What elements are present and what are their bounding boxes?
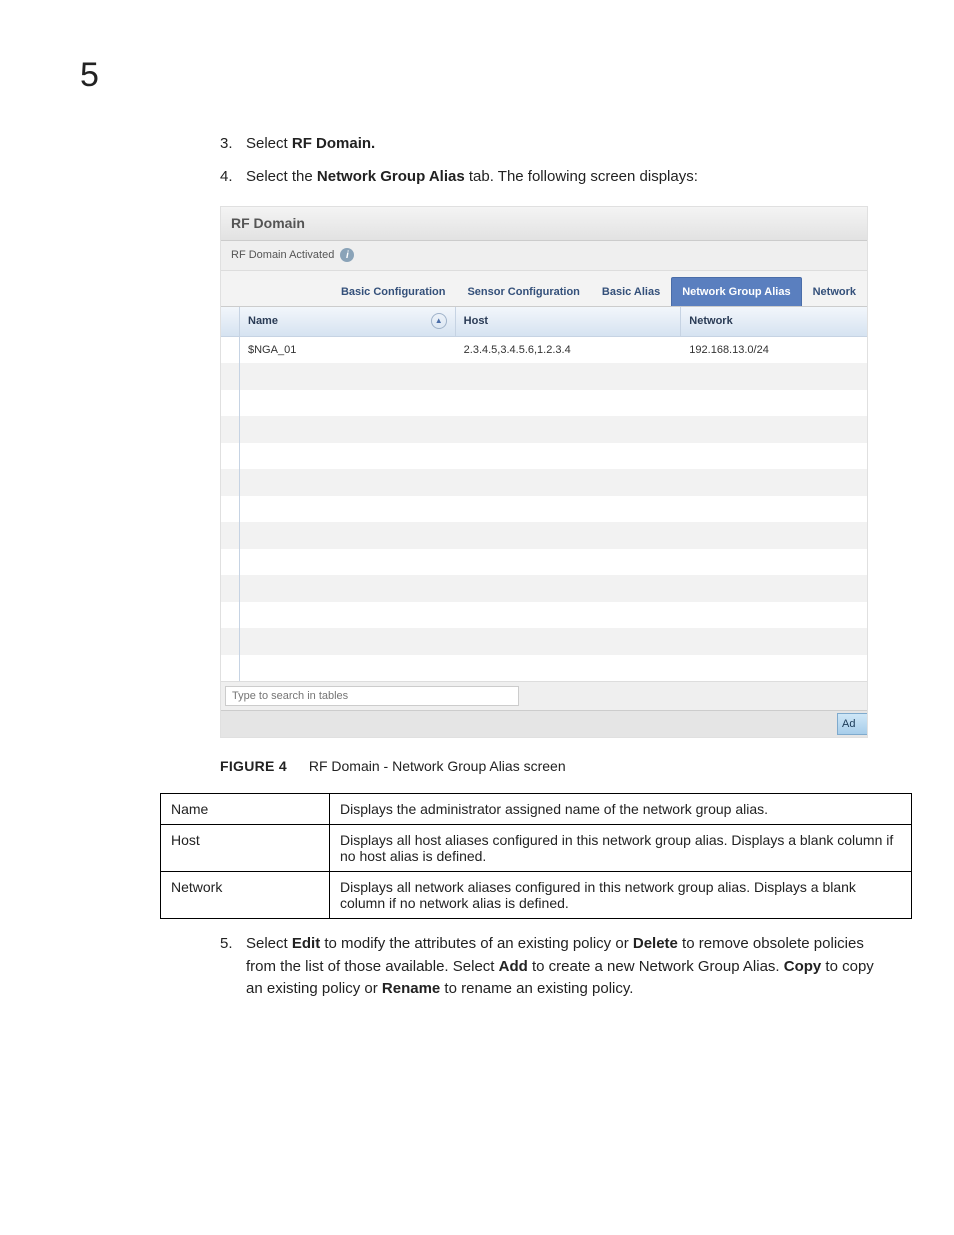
step-text: Select the Network Group Alias tab. The … <box>246 166 894 189</box>
desc-key: Network <box>161 872 330 919</box>
bold-text: Add <box>499 958 528 975</box>
step-number: 5. <box>220 933 246 1001</box>
figure-caption: FIGURE 4 RF Domain - Network Group Alias… <box>220 756 894 777</box>
step-text: Select RF Domain. <box>246 133 894 156</box>
table-row <box>221 602 867 629</box>
bold-text: Copy <box>784 958 822 975</box>
desc-value: Displays all network aliases configured … <box>330 872 912 919</box>
bold-text: Delete <box>633 935 678 952</box>
body-content-continued: 5. Select Edit to modify the attributes … <box>220 933 894 1001</box>
text: tab. The following screen displays: <box>465 168 698 185</box>
col-label: Network <box>689 313 732 330</box>
table-row[interactable]: $NGA_01 2.3.4.5,3.4.5.6,1.2.3.4 192.168.… <box>221 337 867 364</box>
desc-row-name: Name Displays the administrator assigned… <box>161 794 912 825</box>
desc-value: Displays all host aliases configured in … <box>330 825 912 872</box>
tab-sensor-configuration[interactable]: Sensor Configuration <box>456 277 590 307</box>
text: to modify the attributes of an existing … <box>320 935 633 952</box>
grid-footer: Ad <box>221 710 867 737</box>
table-row <box>221 522 867 549</box>
col-header-name[interactable]: Name ▲ <box>240 307 456 336</box>
desc-key: Host <box>161 825 330 872</box>
text: to rename an existing policy. <box>440 980 633 997</box>
step-number: 3. <box>220 133 246 156</box>
tab-basic-configuration[interactable]: Basic Configuration <box>330 277 457 307</box>
col-label: Host <box>464 313 488 330</box>
text: Select the <box>246 168 317 185</box>
data-grid: Name ▲ Host Network $NGA_01 2.3.4.5,3.4.… <box>221 307 867 681</box>
table-row <box>221 443 867 470</box>
grid-search <box>221 681 867 710</box>
figure-title: RF Domain - Network Group Alias screen <box>309 758 566 774</box>
step-3: 3. Select RF Domain. <box>220 133 894 156</box>
table-row <box>221 496 867 523</box>
row-selector-header <box>221 307 240 336</box>
bold-text: Network Group Alias <box>317 168 465 185</box>
grid-header: Name ▲ Host Network <box>221 307 867 337</box>
tab-network-group-alias[interactable]: Network Group Alias <box>671 277 801 307</box>
step-text: Select Edit to modify the attributes of … <box>246 933 894 1001</box>
bold-text: Edit <box>292 935 320 952</box>
tab-network[interactable]: Network <box>802 277 867 307</box>
desc-key: Name <box>161 794 330 825</box>
row-selector[interactable] <box>221 337 240 364</box>
table-row <box>221 549 867 576</box>
cell-network: 192.168.13.0/24 <box>681 337 867 364</box>
col-label: Name <box>248 313 278 330</box>
body-content: 3. Select RF Domain. 4. Select the Netwo… <box>220 133 894 777</box>
search-input[interactable] <box>225 686 519 706</box>
text: to create a new Network Group Alias. <box>528 958 784 975</box>
desc-row-network: Network Displays all network aliases con… <box>161 872 912 919</box>
col-header-network[interactable]: Network <box>681 307 867 336</box>
panel-subtitle: RF Domain Activated i <box>221 241 867 270</box>
cell-name: $NGA_01 <box>240 337 456 364</box>
panel-title: RF Domain <box>221 207 867 241</box>
table-row <box>221 390 867 417</box>
tab-basic-alias[interactable]: Basic Alias <box>591 277 671 307</box>
info-icon[interactable]: i <box>340 248 354 262</box>
description-table: Name Displays the administrator assigned… <box>160 793 912 919</box>
page-number: 5 <box>80 56 99 95</box>
desc-value: Displays the administrator assigned name… <box>330 794 912 825</box>
figure-label: FIGURE 4 <box>220 758 287 774</box>
text: Select <box>246 135 292 152</box>
cell-host: 2.3.4.5,3.4.5.6,1.2.3.4 <box>456 337 682 364</box>
table-row <box>221 655 867 682</box>
tab-bar: Basic Configuration Sensor Configuration… <box>221 270 867 308</box>
table-row <box>221 416 867 443</box>
subtitle-text: RF Domain Activated <box>231 247 334 264</box>
bold-text: Rename <box>382 980 440 997</box>
table-row <box>221 628 867 655</box>
step-5: 5. Select Edit to modify the attributes … <box>220 933 894 1001</box>
sort-asc-icon[interactable]: ▲ <box>431 313 447 329</box>
step-number: 4. <box>220 166 246 189</box>
add-button[interactable]: Ad <box>837 713 868 735</box>
screenshot-rf-domain: RF Domain RF Domain Activated i Basic Co… <box>220 206 868 738</box>
bold-text: RF Domain. <box>292 135 375 152</box>
table-row <box>221 469 867 496</box>
table-row <box>221 363 867 390</box>
col-header-host[interactable]: Host <box>456 307 682 336</box>
text: Select <box>246 935 292 952</box>
desc-row-host: Host Displays all host aliases configure… <box>161 825 912 872</box>
table-row <box>221 575 867 602</box>
step-4: 4. Select the Network Group Alias tab. T… <box>220 166 894 189</box>
